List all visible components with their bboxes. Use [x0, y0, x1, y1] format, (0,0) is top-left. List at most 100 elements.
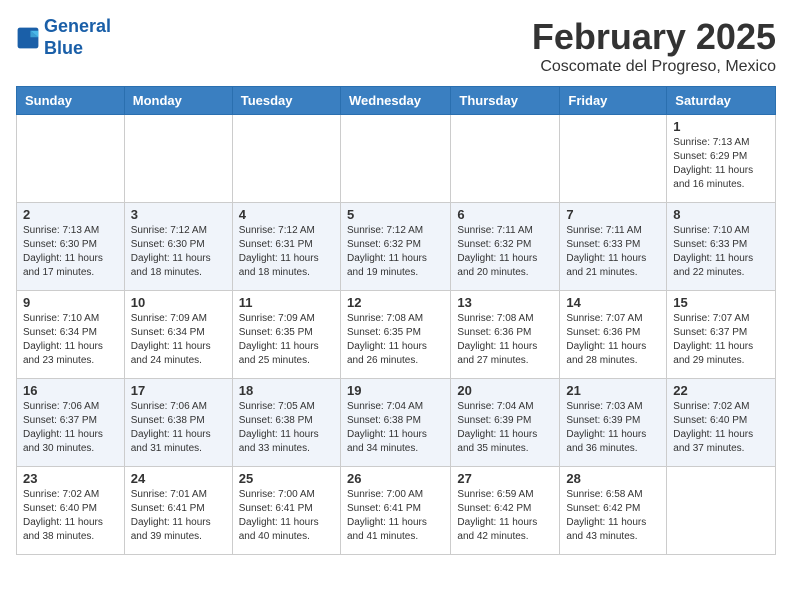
day-number: 17	[131, 383, 226, 398]
day-info: Sunrise: 7:02 AM Sunset: 6:40 PM Dayligh…	[673, 400, 769, 456]
day-cell	[667, 467, 776, 555]
day-cell	[560, 115, 667, 203]
day-number: 14	[566, 295, 660, 310]
day-info: Sunrise: 7:13 AM Sunset: 6:30 PM Dayligh…	[23, 224, 118, 280]
day-info: Sunrise: 7:08 AM Sunset: 6:36 PM Dayligh…	[457, 312, 553, 368]
title-section: February 2025 Coscomate del Progreso, Me…	[532, 16, 776, 76]
day-number: 8	[673, 207, 769, 222]
day-number: 9	[23, 295, 118, 310]
weekday-header-row: SundayMondayTuesdayWednesdayThursdayFrid…	[17, 87, 776, 115]
day-cell: 23 Sunrise: 7:02 AM Sunset: 6:40 PM Dayli…	[17, 467, 125, 555]
day-number: 10	[131, 295, 226, 310]
day-cell: 7 Sunrise: 7:11 AM Sunset: 6:33 PM Daylig…	[560, 203, 667, 291]
day-info: Sunrise: 7:12 AM Sunset: 6:31 PM Dayligh…	[239, 224, 334, 280]
day-info: Sunrise: 7:11 AM Sunset: 6:32 PM Dayligh…	[457, 224, 553, 280]
day-info: Sunrise: 7:12 AM Sunset: 6:30 PM Dayligh…	[131, 224, 226, 280]
weekday-header-sunday: Sunday	[17, 87, 125, 115]
day-info: Sunrise: 7:03 AM Sunset: 6:39 PM Dayligh…	[566, 400, 660, 456]
day-cell: 6 Sunrise: 7:11 AM Sunset: 6:32 PM Daylig…	[451, 203, 560, 291]
day-info: Sunrise: 7:07 AM Sunset: 6:36 PM Dayligh…	[566, 312, 660, 368]
day-info: Sunrise: 7:13 AM Sunset: 6:29 PM Dayligh…	[673, 136, 769, 192]
day-cell	[124, 115, 232, 203]
day-number: 26	[347, 471, 444, 486]
logo-icon	[16, 26, 40, 50]
day-cell: 24 Sunrise: 7:01 AM Sunset: 6:41 PM Dayli…	[124, 467, 232, 555]
day-info: Sunrise: 7:07 AM Sunset: 6:37 PM Dayligh…	[673, 312, 769, 368]
day-info: Sunrise: 7:00 AM Sunset: 6:41 PM Dayligh…	[239, 488, 334, 544]
day-info: Sunrise: 7:09 AM Sunset: 6:34 PM Dayligh…	[131, 312, 226, 368]
day-number: 28	[566, 471, 660, 486]
day-cell: 14 Sunrise: 7:07 AM Sunset: 6:36 PM Dayli…	[560, 291, 667, 379]
day-number: 7	[566, 207, 660, 222]
week-row-1: 1Sunrise: 7:13 AM Sunset: 6:29 PM Daylig…	[17, 115, 776, 203]
day-number: 13	[457, 295, 553, 310]
weekday-header-wednesday: Wednesday	[340, 87, 450, 115]
day-info: Sunrise: 7:10 AM Sunset: 6:33 PM Dayligh…	[673, 224, 769, 280]
day-number: 6	[457, 207, 553, 222]
calendar-subtitle: Coscomate del Progreso, Mexico	[532, 58, 776, 76]
day-info: Sunrise: 7:06 AM Sunset: 6:37 PM Dayligh…	[23, 400, 118, 456]
weekday-header-tuesday: Tuesday	[232, 87, 340, 115]
day-cell: 19Sunrise: 7:04 AM Sunset: 6:38 PM Dayli…	[340, 379, 450, 467]
day-cell: 4Sunrise: 7:12 AM Sunset: 6:31 PM Daylig…	[232, 203, 340, 291]
day-info: Sunrise: 7:10 AM Sunset: 6:34 PM Dayligh…	[23, 312, 118, 368]
day-cell: 15 Sunrise: 7:07 AM Sunset: 6:37 PM Dayli…	[667, 291, 776, 379]
weekday-header-thursday: Thursday	[451, 87, 560, 115]
day-cell: 20 Sunrise: 7:04 AM Sunset: 6:39 PM Dayli…	[451, 379, 560, 467]
day-cell: 21Sunrise: 7:03 AM Sunset: 6:39 PM Dayli…	[560, 379, 667, 467]
day-number: 24	[131, 471, 226, 486]
day-cell: 22Sunrise: 7:02 AM Sunset: 6:40 PM Dayli…	[667, 379, 776, 467]
day-cell: 9 Sunrise: 7:10 AM Sunset: 6:34 PM Daylig…	[17, 291, 125, 379]
day-cell: 27 Sunrise: 6:59 AM Sunset: 6:42 PM Dayli…	[451, 467, 560, 555]
day-cell: 26Sunrise: 7:00 AM Sunset: 6:41 PM Dayli…	[340, 467, 450, 555]
day-number: 5	[347, 207, 444, 222]
day-number: 12	[347, 295, 444, 310]
calendar-table: SundayMondayTuesdayWednesdayThursdayFrid…	[16, 86, 776, 555]
logo-line1: General	[44, 16, 111, 38]
day-cell: 17 Sunrise: 7:06 AM Sunset: 6:38 PM Dayli…	[124, 379, 232, 467]
week-row-5: 23 Sunrise: 7:02 AM Sunset: 6:40 PM Dayli…	[17, 467, 776, 555]
day-cell: 16 Sunrise: 7:06 AM Sunset: 6:37 PM Dayli…	[17, 379, 125, 467]
day-cell: 8 Sunrise: 7:10 AM Sunset: 6:33 PM Daylig…	[667, 203, 776, 291]
day-number: 20	[457, 383, 553, 398]
day-number: 15	[673, 295, 769, 310]
day-cell: 12 Sunrise: 7:08 AM Sunset: 6:35 PM Dayli…	[340, 291, 450, 379]
week-row-2: 2 Sunrise: 7:13 AM Sunset: 6:30 PM Daylig…	[17, 203, 776, 291]
day-cell: 3 Sunrise: 7:12 AM Sunset: 6:30 PM Daylig…	[124, 203, 232, 291]
day-info: Sunrise: 7:01 AM Sunset: 6:41 PM Dayligh…	[131, 488, 226, 544]
day-cell: 18 Sunrise: 7:05 AM Sunset: 6:38 PM Dayli…	[232, 379, 340, 467]
day-number: 11	[239, 295, 334, 310]
day-number: 25	[239, 471, 334, 486]
day-number: 16	[23, 383, 118, 398]
day-number: 23	[23, 471, 118, 486]
day-info: Sunrise: 7:09 AM Sunset: 6:35 PM Dayligh…	[239, 312, 334, 368]
day-cell: 28 Sunrise: 6:58 AM Sunset: 6:42 PM Dayli…	[560, 467, 667, 555]
day-number: 2	[23, 207, 118, 222]
day-number: 3	[131, 207, 226, 222]
logo-line2: Blue	[44, 38, 111, 60]
day-cell: 5 Sunrise: 7:12 AM Sunset: 6:32 PM Daylig…	[340, 203, 450, 291]
day-info: Sunrise: 7:12 AM Sunset: 6:32 PM Dayligh…	[347, 224, 444, 280]
day-info: Sunrise: 7:02 AM Sunset: 6:40 PM Dayligh…	[23, 488, 118, 544]
day-cell: 2 Sunrise: 7:13 AM Sunset: 6:30 PM Daylig…	[17, 203, 125, 291]
day-cell	[451, 115, 560, 203]
week-row-4: 16 Sunrise: 7:06 AM Sunset: 6:37 PM Dayli…	[17, 379, 776, 467]
day-cell	[232, 115, 340, 203]
day-number: 27	[457, 471, 553, 486]
day-info: Sunrise: 7:11 AM Sunset: 6:33 PM Dayligh…	[566, 224, 660, 280]
logo-text: GeneralBlue	[44, 16, 111, 59]
day-cell: 11 Sunrise: 7:09 AM Sunset: 6:35 PM Dayli…	[232, 291, 340, 379]
day-info: Sunrise: 7:06 AM Sunset: 6:38 PM Dayligh…	[131, 400, 226, 456]
calendar-title: February 2025	[532, 16, 776, 58]
day-number: 18	[239, 383, 334, 398]
weekday-header-friday: Friday	[560, 87, 667, 115]
day-info: Sunrise: 6:59 AM Sunset: 6:42 PM Dayligh…	[457, 488, 553, 544]
weekday-header-monday: Monday	[124, 87, 232, 115]
day-info: Sunrise: 7:04 AM Sunset: 6:39 PM Dayligh…	[457, 400, 553, 456]
day-cell: 1Sunrise: 7:13 AM Sunset: 6:29 PM Daylig…	[667, 115, 776, 203]
day-info: Sunrise: 6:58 AM Sunset: 6:42 PM Dayligh…	[566, 488, 660, 544]
day-cell	[17, 115, 125, 203]
day-info: Sunrise: 7:05 AM Sunset: 6:38 PM Dayligh…	[239, 400, 334, 456]
day-number: 19	[347, 383, 444, 398]
day-info: Sunrise: 7:08 AM Sunset: 6:35 PM Dayligh…	[347, 312, 444, 368]
